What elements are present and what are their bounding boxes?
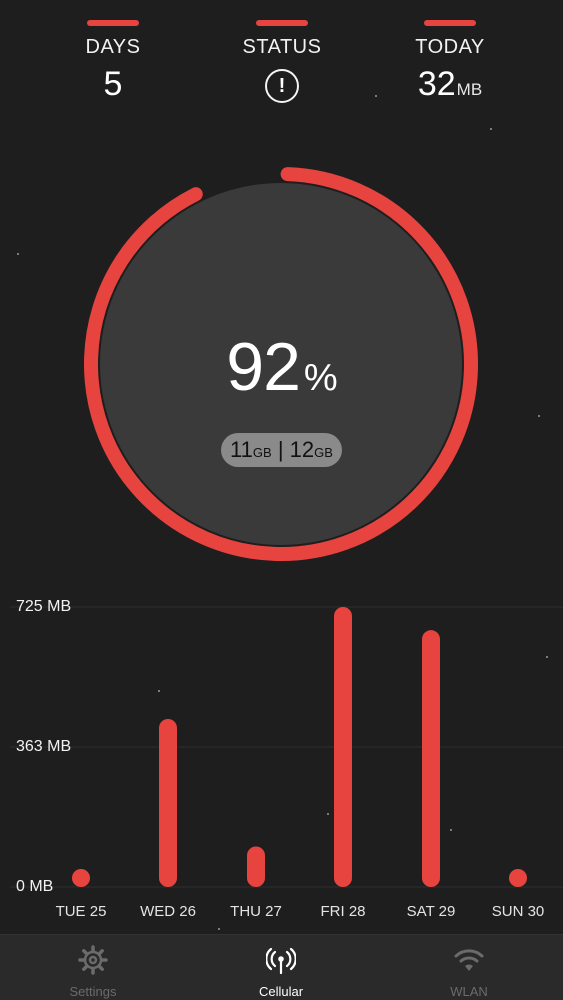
x-tick-label: TUE 25: [55, 903, 107, 920]
alert-circle-icon[interactable]: !: [265, 69, 299, 103]
usage-percent: 92%: [0, 328, 563, 406]
days-indicator-bar: [87, 20, 139, 26]
total-unit: GB: [314, 445, 333, 460]
usage-ring: 92% 11GB | 12GB: [0, 150, 563, 580]
background-dot: [158, 690, 160, 692]
usage-bar[interactable]: [334, 607, 352, 887]
today-unit: MB: [456, 80, 483, 99]
stats-header: DAYS 5 STATUS ! TODAY 32MB: [0, 0, 563, 140]
today-value: 32MB: [380, 65, 520, 104]
x-tick-label: THU 27: [230, 903, 282, 920]
status-indicator-bar: [256, 20, 308, 26]
tab-cellular-label: Cellular: [258, 984, 304, 999]
status-stat[interactable]: STATUS !: [212, 20, 352, 103]
usage-bar[interactable]: [159, 719, 177, 887]
days-value: 5: [103, 65, 123, 103]
usage-bar[interactable]: [72, 869, 90, 887]
usage-bar[interactable]: [509, 869, 527, 887]
tab-settings-label: Settings: [69, 984, 117, 999]
tab-bar: Settings Cellular WLAN: [0, 934, 563, 1000]
background-dot: [218, 928, 220, 930]
tab-settings[interactable]: Settings: [23, 945, 163, 999]
x-tick-label: WED 26: [140, 903, 196, 920]
tab-cellular[interactable]: Cellular: [211, 945, 351, 999]
chart-plot: [10, 606, 563, 888]
x-tick-label: SUN 30: [491, 903, 545, 920]
days-label: DAYS: [85, 36, 141, 58]
y-tick-label: 363 MB: [16, 738, 72, 755]
usage-percent-symbol: %: [303, 357, 338, 399]
usage-separator: |: [277, 437, 284, 462]
tab-wlan[interactable]: WLAN: [399, 945, 539, 999]
usage-bar[interactable]: [422, 630, 440, 887]
usage-amount-pill: 11GB | 12GB: [221, 433, 342, 467]
usage-percent-number: 92: [226, 329, 301, 405]
status-label: STATUS: [242, 36, 322, 58]
today-indicator-bar: [424, 20, 476, 26]
y-tick-label: 725 MB: [16, 598, 72, 615]
tab-wlan-label: WLAN: [450, 984, 488, 999]
daily-usage-chart: 725 MB 363 MB 0 MB TUE 25 WED 26 THU 27 …: [0, 590, 563, 930]
background-dot: [17, 253, 19, 255]
x-tick-label: FRI 28: [320, 903, 366, 920]
used-value: 11: [230, 437, 253, 462]
today-stat: TODAY 32MB: [380, 20, 520, 104]
background-dot: [546, 656, 548, 658]
background-dot: [538, 415, 540, 417]
gear-icon: [78, 945, 108, 975]
y-tick-label: 0 MB: [16, 878, 54, 895]
usage-bar[interactable]: [247, 846, 265, 887]
background-dot: [450, 829, 452, 831]
background-dot: [375, 95, 377, 97]
days-stat: DAYS 5: [43, 20, 183, 104]
x-tick-label: SAT 29: [406, 903, 456, 920]
today-number: 32: [417, 65, 456, 103]
background-dot: [327, 813, 329, 815]
background-dot: [490, 128, 492, 130]
total-value: 12: [289, 437, 315, 462]
antenna-icon: [265, 947, 297, 975]
used-unit: GB: [252, 445, 272, 460]
today-label: TODAY: [415, 36, 485, 58]
wifi-icon: [454, 949, 484, 971]
